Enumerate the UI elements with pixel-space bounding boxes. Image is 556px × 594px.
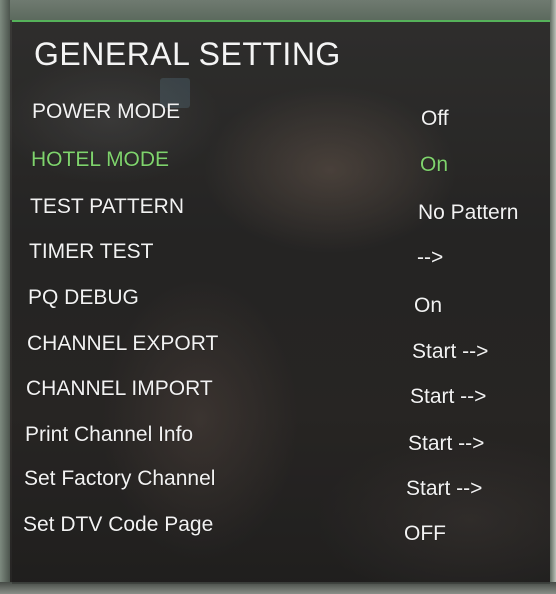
menu-item-print-channel-info[interactable]: Print Channel Info Start --> <box>0 423 556 463</box>
menu-item-power-mode[interactable]: POWER MODE Off <box>0 100 556 140</box>
menu-item-label: TEST PATTERN <box>30 195 185 218</box>
menu-title: GENERAL SETTING <box>34 36 341 72</box>
menu-item-label: PQ DEBUG <box>28 286 139 309</box>
menu-item-label: HOTEL MODE <box>31 148 170 171</box>
menu-item-value: Start --> <box>408 432 485 455</box>
menu-item-set-factory-channel[interactable]: Set Factory Channel Start --> <box>0 467 556 507</box>
menu-item-set-dtv-code-page[interactable]: Set DTV Code Page OFF <box>0 513 556 553</box>
tv-screen: GENERAL SETTING POWER MODE Off HOTEL MOD… <box>0 0 556 594</box>
menu-item-label: Print Channel Info <box>25 423 194 446</box>
bezel-top <box>0 0 556 20</box>
menu-item-channel-export[interactable]: CHANNEL EXPORT Start --> <box>0 332 556 372</box>
menu-item-channel-import[interactable]: CHANNEL IMPORT Start --> <box>0 377 556 417</box>
menu-item-label: Set DTV Code Page <box>23 513 214 536</box>
menu-item-value: Start --> <box>410 385 487 408</box>
menu-item-label: TIMER TEST <box>29 240 154 263</box>
menu-item-label: CHANNEL IMPORT <box>26 377 213 400</box>
menu-item-test-pattern[interactable]: TEST PATTERN No Pattern <box>0 195 556 235</box>
menu-item-pq-debug[interactable]: PQ DEBUG On <box>0 286 556 326</box>
menu-item-hotel-mode[interactable]: HOTEL MODE On <box>0 148 556 188</box>
menu-item-label: CHANNEL EXPORT <box>27 332 219 355</box>
menu-item-value: OFF <box>404 522 446 545</box>
menu-item-label: Set Factory Channel <box>24 467 216 490</box>
menu-item-value: Start --> <box>412 340 489 363</box>
menu-item-label: POWER MODE <box>32 100 181 123</box>
menu-item-timer-test[interactable]: TIMER TEST --> <box>0 240 556 280</box>
menu-item-value: Off <box>421 107 449 130</box>
menu-item-value: Start --> <box>406 477 483 500</box>
menu-item-value: --> <box>417 246 444 269</box>
menu-item-value: No Pattern <box>418 201 519 224</box>
menu-item-value: On <box>420 153 449 176</box>
menu-item-value: On <box>414 294 443 317</box>
